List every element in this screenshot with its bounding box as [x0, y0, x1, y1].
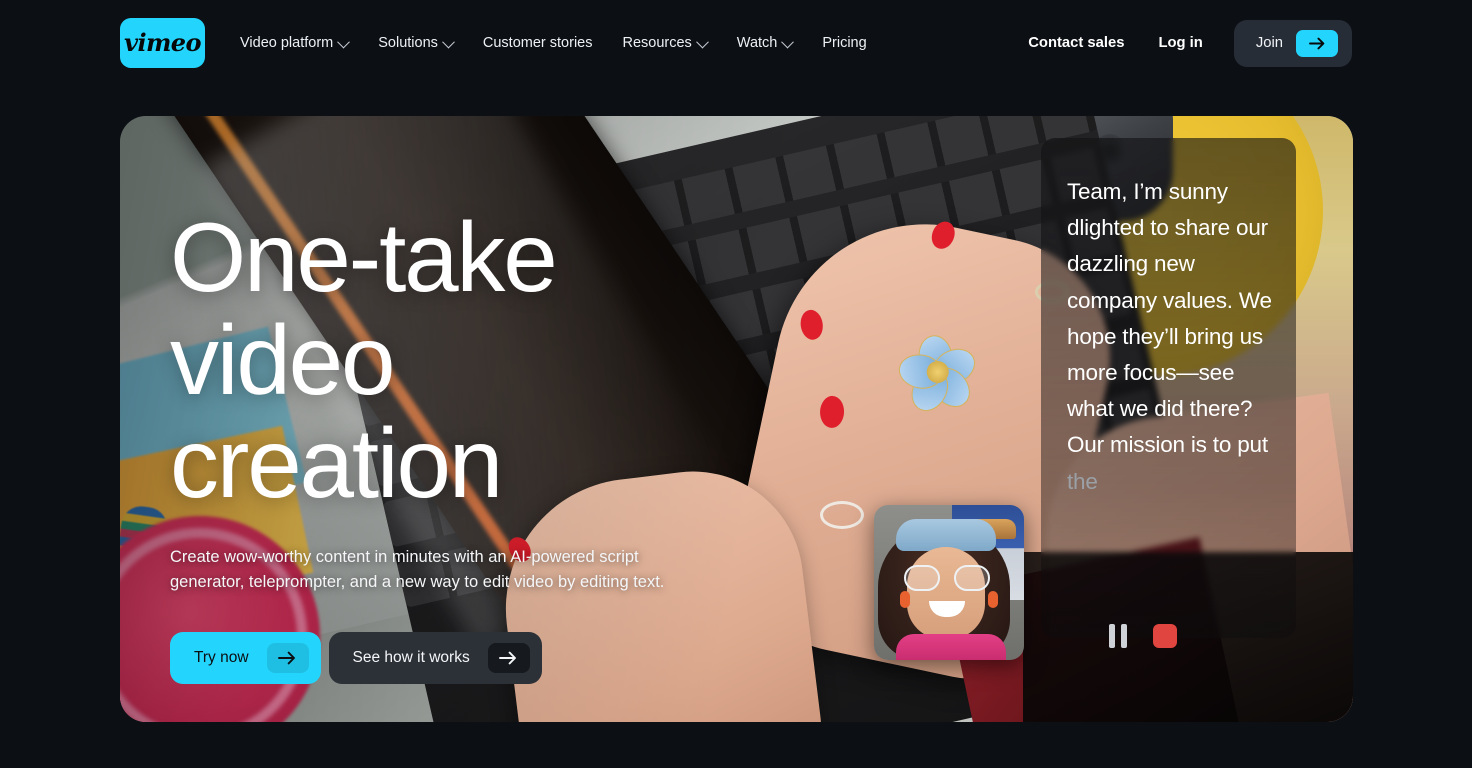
teleprompter-script-active: Team, I’m sunny dlighted to share our da…	[1067, 179, 1272, 458]
vimeo-logo-text: vimeo	[124, 28, 201, 57]
nav-item-video-platform[interactable]: Video platform	[225, 23, 363, 63]
nav-item-pricing[interactable]: Pricing	[807, 23, 881, 63]
hero-copy-block: One-take video creation Create wow-worth…	[170, 206, 730, 684]
nav-item-label: Pricing	[822, 35, 867, 51]
headline-line-1: One-take	[170, 202, 558, 312]
nav-item-resources[interactable]: Resources	[607, 23, 721, 63]
arrow-right-icon	[487, 643, 530, 673]
teleprompter-panel: Team, I’m sunny dlighted to share our da…	[1041, 138, 1296, 638]
nav-item-label: Customer stories	[482, 35, 593, 51]
see-how-it-works-button[interactable]: See how it works	[328, 632, 542, 684]
hero-cta-row: Try now See how it works	[170, 632, 730, 684]
arrow-right-icon	[1296, 29, 1338, 57]
join-button-label: Join	[1255, 35, 1283, 51]
join-button[interactable]: Join	[1233, 19, 1352, 67]
log-in-link[interactable]: Log in	[1141, 35, 1219, 51]
chevron-down-icon	[337, 35, 351, 48]
vimeo-logo[interactable]: vimeo	[120, 18, 205, 68]
try-now-button-label: Try now	[194, 649, 249, 666]
glasses-icon	[904, 565, 990, 591]
nav-item-label: Solutions	[378, 35, 438, 51]
try-now-button[interactable]: Try now	[170, 632, 321, 684]
record-stop-button[interactable]	[1153, 624, 1177, 648]
teleprompter-script: Team, I’m sunny dlighted to share our da…	[1067, 174, 1274, 500]
headline-line-3: creation	[170, 408, 503, 518]
hero-video-section: One-take video creation Create wow-worth…	[120, 116, 1353, 722]
playback-controls	[1109, 624, 1177, 648]
teleprompter-script-upcoming: the	[1067, 468, 1098, 494]
pause-icon	[1121, 624, 1127, 648]
nav-item-label: Resources	[622, 35, 692, 51]
pause-button[interactable]	[1109, 624, 1127, 648]
hero-subheadline: Create wow-worthy content in minutes wit…	[170, 548, 665, 591]
chevron-down-icon	[695, 35, 709, 48]
nav-item-label: Watch	[736, 35, 778, 51]
nav-item-label: Video platform	[240, 35, 334, 51]
chevron-down-icon	[442, 35, 455, 48]
nav-item-solutions[interactable]: Solutions	[363, 23, 468, 63]
page-title: One-take video creation	[170, 206, 730, 515]
pause-icon	[1109, 624, 1115, 648]
contact-sales-link[interactable]: Contact sales	[1011, 35, 1141, 51]
chevron-down-icon	[781, 35, 795, 48]
nav-item-customer-stories[interactable]: Customer stories	[468, 23, 608, 63]
top-navigation-bar: vimeo Video platform Solutions Customer …	[0, 0, 1472, 86]
arrow-right-icon	[266, 643, 309, 673]
primary-nav-links: Video platform Solutions Customer storie…	[225, 23, 882, 63]
webcam-pip-preview[interactable]	[874, 505, 1024, 660]
headline-line-2: video	[170, 305, 395, 415]
nav-item-watch[interactable]: Watch	[722, 23, 808, 63]
see-how-it-works-button-label: See how it works	[352, 649, 470, 666]
nav-actions: Contact sales Log in Join	[1011, 19, 1352, 67]
